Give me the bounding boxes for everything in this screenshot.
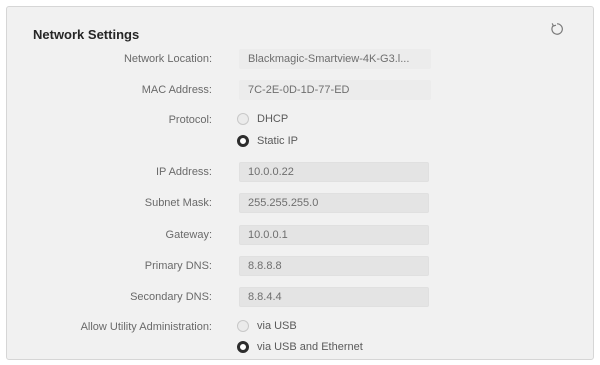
- utility-admin-label: Allow Utility Administration:: [80, 321, 212, 333]
- utility-admin-usb-ethernet-label: via USB and Ethernet: [257, 341, 363, 353]
- utility-admin-usb-label: via USB: [257, 320, 297, 332]
- mac-address-field: 7C-2E-0D-1D-77-ED: [239, 80, 431, 100]
- network-location-label: Network Location:: [123, 53, 212, 65]
- network-settings-panel: Network Settings Network Location: Black…: [6, 6, 594, 360]
- protocol-label: Protocol:: [168, 114, 212, 126]
- radio-unselected-icon: [237, 320, 249, 332]
- radio-selected-icon: [237, 135, 249, 147]
- reset-icon[interactable]: [549, 21, 565, 37]
- utility-admin-usb-radio[interactable]: via USB: [237, 320, 297, 332]
- secondary-dns-label: Secondary DNS:: [130, 291, 212, 303]
- network-location-field: Blackmagic-Smartview-4K-G3.l...: [239, 49, 431, 69]
- subnet-mask-label: Subnet Mask:: [144, 197, 212, 209]
- mac-address-label: MAC Address:: [141, 84, 212, 96]
- radio-selected-icon: [237, 341, 249, 353]
- ip-address-input[interactable]: 10.0.0.22: [239, 162, 429, 182]
- gateway-input[interactable]: 10.0.0.1: [239, 225, 429, 245]
- ip-address-label: IP Address:: [155, 166, 212, 178]
- protocol-dhcp-label: DHCP: [257, 113, 289, 125]
- primary-dns-label: Primary DNS:: [144, 260, 212, 272]
- panel-title: Network Settings: [33, 27, 140, 42]
- protocol-static-ip-label: Static IP: [257, 135, 298, 147]
- radio-unselected-icon: [237, 113, 249, 125]
- gateway-label: Gateway:: [165, 229, 212, 241]
- protocol-static-ip-radio[interactable]: Static IP: [237, 135, 298, 147]
- subnet-mask-input[interactable]: 255.255.255.0: [239, 193, 429, 213]
- primary-dns-input[interactable]: 8.8.8.8: [239, 256, 429, 276]
- utility-admin-usb-ethernet-radio[interactable]: via USB and Ethernet: [237, 341, 363, 353]
- protocol-dhcp-radio[interactable]: DHCP: [237, 113, 288, 125]
- secondary-dns-input[interactable]: 8.8.4.4: [239, 287, 429, 307]
